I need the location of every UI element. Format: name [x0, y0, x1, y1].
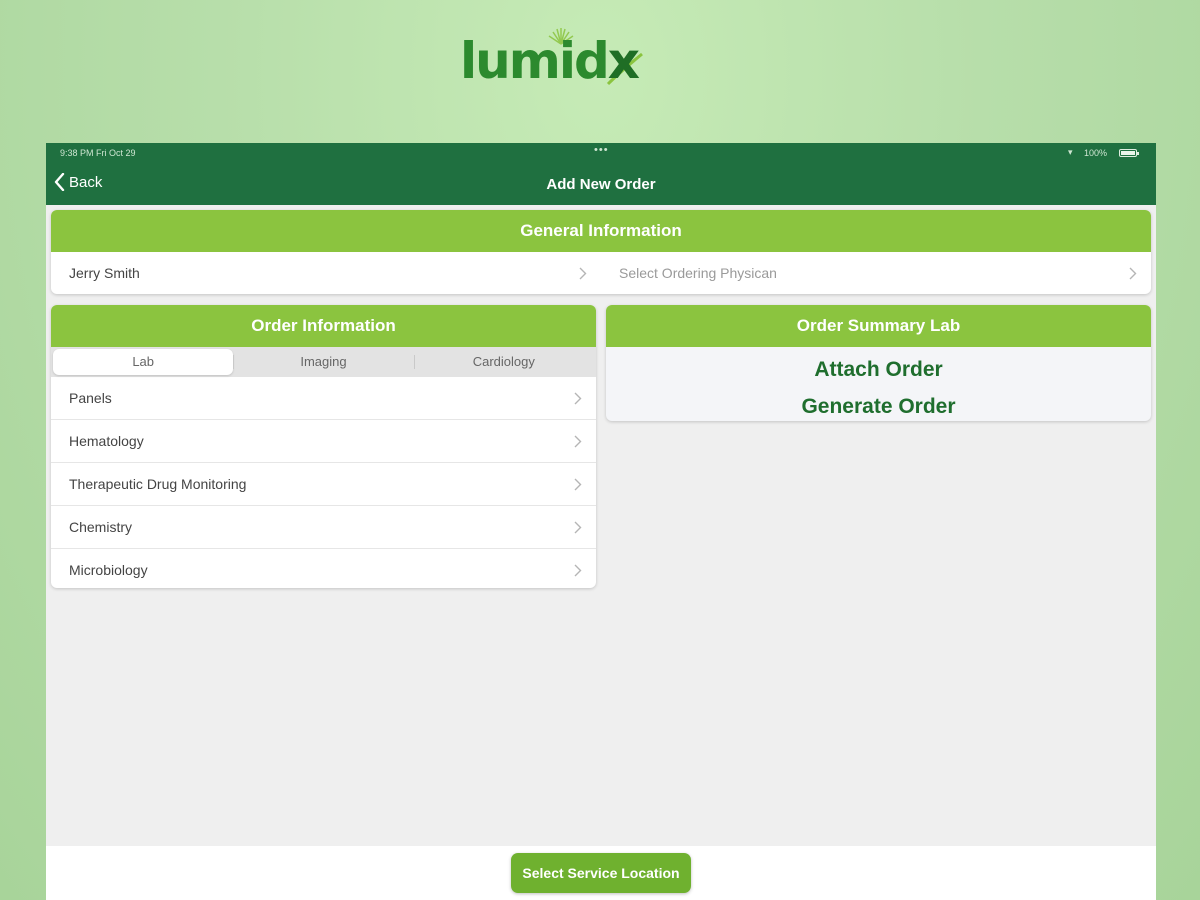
- chevron-right-icon: [574, 435, 582, 448]
- list-item-label: Microbiology: [69, 562, 148, 578]
- chevron-right-icon: [574, 564, 582, 577]
- list-item-label: Hematology: [69, 433, 144, 449]
- wifi-icon: ▾: [1068, 147, 1073, 157]
- tab-lab[interactable]: Lab: [53, 349, 234, 375]
- patient-name: Jerry Smith: [69, 265, 140, 281]
- battery-icon: [1119, 149, 1139, 157]
- order-summary-header: Order Summary Lab: [606, 305, 1151, 347]
- attach-order-button[interactable]: Attach Order: [606, 351, 1151, 388]
- patient-selector[interactable]: Jerry Smith: [51, 252, 601, 294]
- navigation-bar: Back Add New Order: [46, 163, 1156, 205]
- order-summary-card: Order Summary Lab Attach Order Generate …: [606, 305, 1151, 421]
- order-information-card: Order Information Lab Imaging Cardiology…: [51, 305, 596, 588]
- list-item-therapeutic-drug-monitoring[interactable]: Therapeutic Drug Monitoring: [51, 463, 596, 506]
- chevron-right-icon: [574, 392, 582, 405]
- tablet-screen: 9:38 PM Fri Oct 29 ••• ▾ 100% Back Add N…: [46, 143, 1156, 900]
- lumidx-logo: lumidx: [460, 24, 650, 94]
- multitask-dots: •••: [594, 144, 609, 156]
- chevron-right-icon: [574, 521, 582, 534]
- lab-category-list: Panels Hematology Therapeutic Drug Monit…: [51, 377, 596, 588]
- bottom-toolbar: Select Service Location: [46, 846, 1156, 900]
- list-item-panels[interactable]: Panels: [51, 377, 596, 420]
- list-item-hematology[interactable]: Hematology: [51, 420, 596, 463]
- status-time: 9:38 PM Fri Oct 29: [60, 148, 136, 158]
- physician-placeholder: Select Ordering Physican: [619, 265, 777, 281]
- generate-order-button[interactable]: Generate Order: [606, 388, 1151, 421]
- list-item-label: Therapeutic Drug Monitoring: [69, 476, 247, 492]
- tab-imaging[interactable]: Imaging: [233, 349, 413, 375]
- page-title: Add New Order: [546, 176, 656, 193]
- general-information-header: General Information: [51, 210, 1151, 252]
- status-bar: 9:38 PM Fri Oct 29 ••• ▾ 100%: [46, 143, 1156, 163]
- order-type-segmented-control: Lab Imaging Cardiology: [51, 347, 596, 377]
- order-information-header: Order Information: [51, 305, 596, 347]
- list-item-microbiology[interactable]: Microbiology: [51, 549, 596, 588]
- physician-selector[interactable]: Select Ordering Physican: [601, 252, 1151, 294]
- chevron-right-icon: [574, 478, 582, 491]
- select-service-location-button[interactable]: Select Service Location: [511, 853, 691, 893]
- list-item-chemistry[interactable]: Chemistry: [51, 506, 596, 549]
- tab-cardiology[interactable]: Cardiology: [413, 349, 594, 375]
- battery-percent: 100%: [1084, 148, 1108, 158]
- list-item-label: Panels: [69, 390, 112, 406]
- chevron-right-icon: [1129, 267, 1137, 280]
- list-item-label: Chemistry: [69, 519, 133, 535]
- general-information-card: General Information Jerry Smith Select O…: [51, 210, 1151, 294]
- chevron-right-icon: [579, 267, 587, 280]
